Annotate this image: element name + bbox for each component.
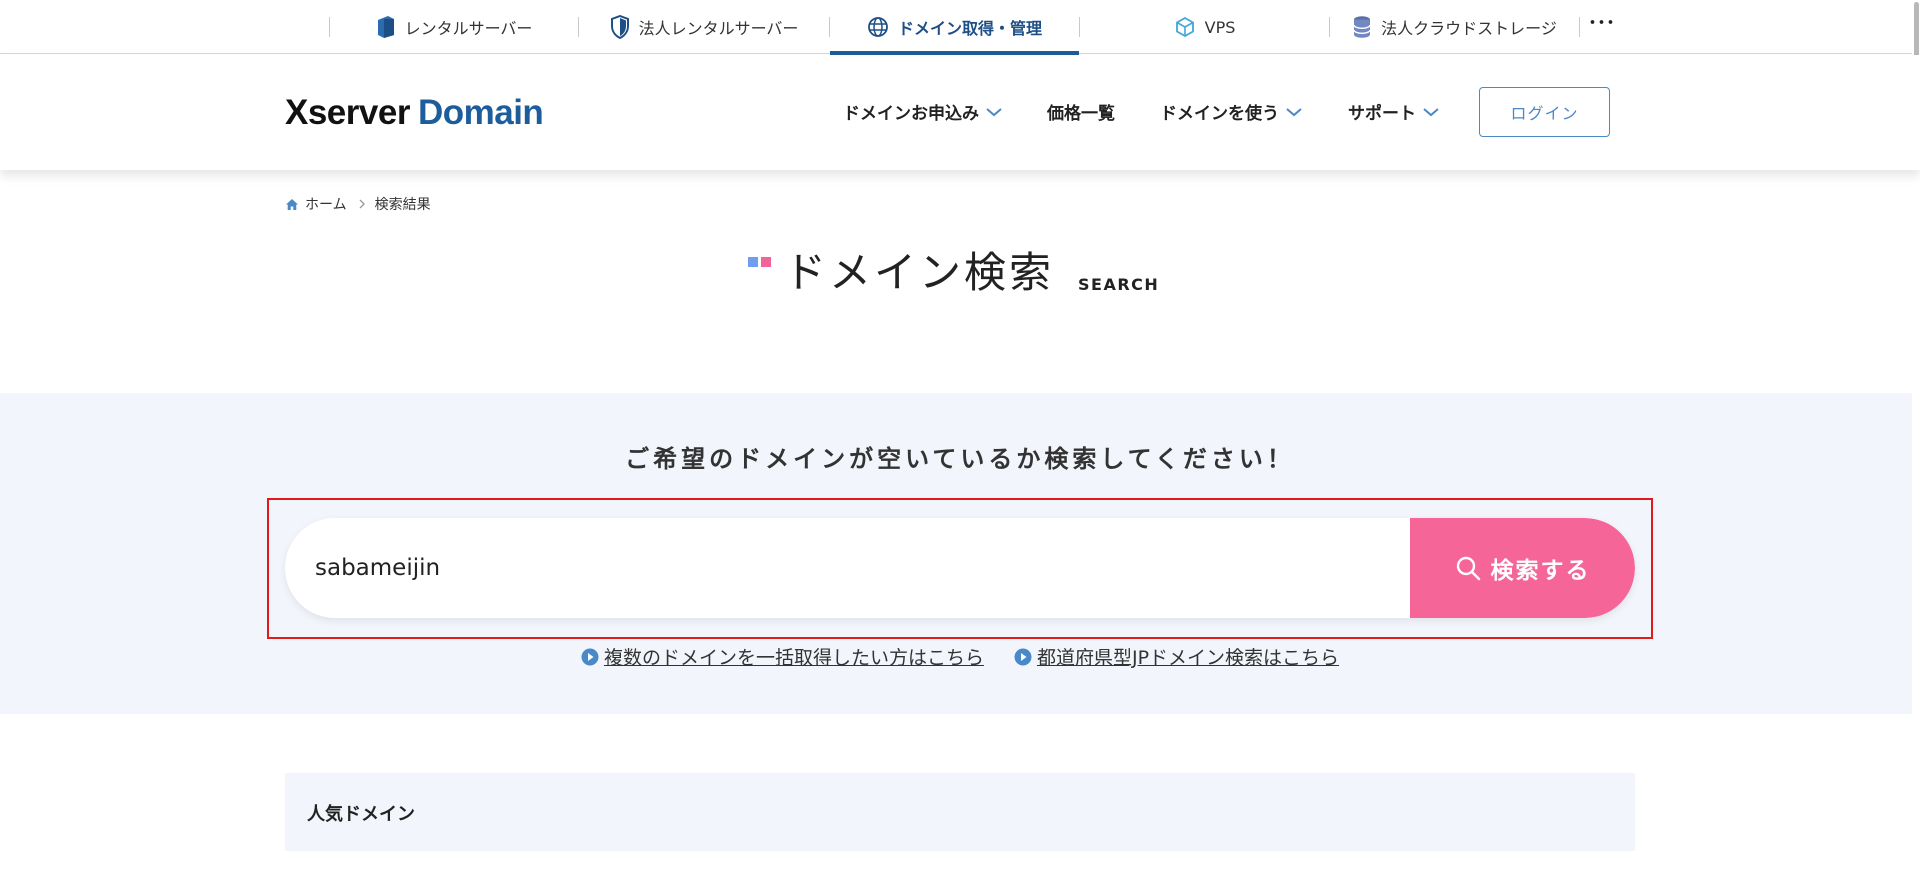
- chevron-down-icon: [1285, 106, 1303, 118]
- search-button[interactable]: 検索する: [1410, 518, 1635, 618]
- xserver-domain-logo[interactable]: Xserver Domain: [285, 93, 544, 133]
- site-header: Xserver Domain ドメインお申込み 価格一覧 ドメインを使う サポート…: [0, 55, 1920, 170]
- product-tab-domain[interactable]: ドメイン取得・管理: [830, 0, 1079, 55]
- search-heading: ご希望のドメインが空いているか検索してください！: [625, 445, 1295, 473]
- page-title-sub: SEARCH: [1078, 275, 1160, 294]
- login-button[interactable]: ログイン: [1479, 87, 1610, 137]
- domain-search-input[interactable]: [315, 543, 1365, 593]
- page: レンタルサーバー 法人レンタルサーバー ドメイン取得・管理 VPS 法人クラウド…: [0, 0, 1920, 880]
- breadcrumb: ホーム 検索結果: [285, 194, 431, 214]
- nav-label: 価格一覧: [1047, 104, 1115, 124]
- play-circle-icon: [581, 648, 599, 666]
- product-tab-vps[interactable]: VPS: [1080, 0, 1329, 54]
- domain-search-form: 検索する: [285, 518, 1635, 618]
- search-section: ご希望のドメインが空いているか検索してください！ 検索する 複数のドメインを一括…: [0, 393, 1920, 714]
- search-icon: [1455, 555, 1481, 581]
- search-button-label: 検索する: [1490, 558, 1591, 584]
- page-title: ドメイン検索 SEARCH: [748, 248, 1159, 298]
- product-tab-label: ドメイン取得・管理: [897, 19, 1042, 38]
- product-tab-label: 法人レンタルサーバー: [638, 19, 799, 38]
- database-icon: [1352, 15, 1372, 39]
- popular-domains-section: 人気ドメイン: [285, 773, 1635, 851]
- nav-label: ドメインを使う: [1160, 104, 1279, 124]
- breadcrumb-home-link[interactable]: ホーム: [305, 194, 347, 214]
- nav-label: サポート: [1348, 104, 1416, 124]
- link-label: 都道府県型JPドメイン検索はこちら: [1036, 647, 1340, 669]
- logo-text-xserver: Xserver: [285, 93, 410, 132]
- search-links: 複数のドメインを一括取得したい方はこちら 都道府県型JPドメイン検索はこちら: [0, 643, 1920, 670]
- divider: [1579, 17, 1580, 37]
- title-square-icon: [748, 257, 774, 277]
- popular-domains-heading: 人気ドメイン: [307, 804, 415, 825]
- nav-price-list[interactable]: 価格一覧: [1047, 99, 1115, 124]
- product-tab-label: レンタルサーバー: [404, 19, 533, 38]
- link-label: 複数のドメインを一括取得したい方はこちら: [603, 647, 984, 669]
- nav-use-domain[interactable]: ドメインを使う: [1160, 99, 1303, 124]
- prefecture-jp-domain-link[interactable]: 都道府県型JPドメイン検索はこちら: [1014, 643, 1339, 670]
- nav-label: ドメインお申込み: [843, 104, 979, 124]
- shield-icon: [610, 15, 630, 39]
- product-tab-business-server[interactable]: 法人レンタルサーバー: [579, 0, 829, 54]
- globe-icon: [867, 16, 889, 38]
- cube-icon: [1174, 16, 1196, 38]
- nav-domain-apply[interactable]: ドメインお申込み: [843, 99, 1003, 124]
- product-tab-cloud-storage[interactable]: 法人クラウドストレージ: [1330, 0, 1579, 54]
- rental-server-icon: [376, 15, 396, 39]
- chevron-down-icon: [1422, 106, 1440, 118]
- page-title-main: ドメイン検索: [784, 248, 1055, 297]
- chevron-down-icon: [985, 106, 1003, 118]
- more-menu-button[interactable]: ･･･: [1588, 14, 1615, 38]
- home-icon: [285, 198, 299, 211]
- product-tab-label: 法人クラウドストレージ: [1381, 19, 1557, 38]
- bulk-domain-link[interactable]: 複数のドメインを一括取得したい方はこちら: [581, 643, 984, 670]
- logo-text-domain: Domain: [417, 93, 544, 132]
- product-tab-label: VPS: [1204, 17, 1236, 37]
- product-tab-rental-server[interactable]: レンタルサーバー: [330, 0, 578, 54]
- breadcrumb-current: 検索結果: [374, 197, 431, 213]
- nav-support[interactable]: サポート: [1348, 99, 1440, 124]
- play-circle-icon: [1014, 648, 1032, 666]
- chevron-right-icon: [358, 198, 366, 210]
- product-bar: レンタルサーバー 法人レンタルサーバー ドメイン取得・管理 VPS 法人クラウド…: [0, 0, 1920, 55]
